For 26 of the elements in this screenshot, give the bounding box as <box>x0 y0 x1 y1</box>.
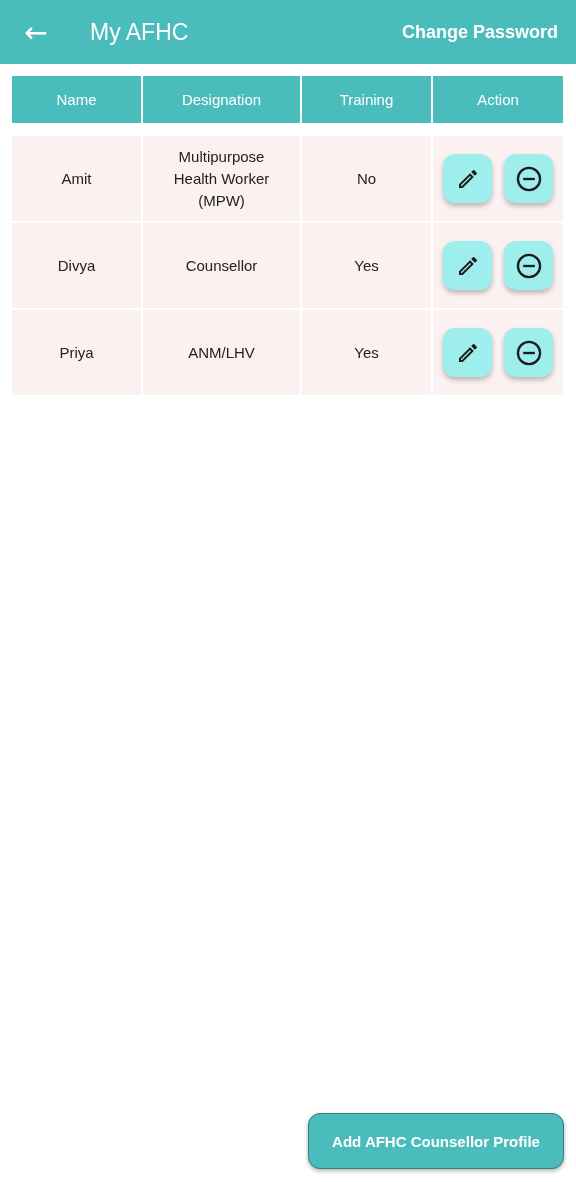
table-cell: Divya <box>12 223 141 308</box>
edit-button[interactable] <box>443 241 492 290</box>
table-cell: No <box>302 136 431 221</box>
remove-button[interactable] <box>504 328 553 377</box>
minus-circle-icon <box>514 338 543 367</box>
table-cell: Counsellor <box>143 223 300 308</box>
edit-button[interactable] <box>443 328 492 377</box>
screen-title: My AFHC <box>90 18 190 46</box>
minus-circle-icon <box>514 251 543 280</box>
add-profile-button[interactable]: Add AFHC Counsellor Profile <box>308 1113 564 1169</box>
table-cell: Amit <box>12 136 141 221</box>
column-header: Training <box>302 76 431 123</box>
table-cell: Priya <box>12 310 141 395</box>
change-password-button[interactable]: Change Password <box>401 21 558 43</box>
edit-button[interactable] <box>443 154 492 203</box>
column-header: Action <box>433 76 563 123</box>
remove-button[interactable] <box>504 154 553 203</box>
column-header: Designation <box>143 76 300 123</box>
minus-circle-icon <box>514 164 543 193</box>
table-cell: Yes <box>302 310 431 395</box>
table-cell: Multipurpose Health Worker (MPW) <box>143 136 300 221</box>
column-header: Name <box>12 76 141 123</box>
table-cell: Yes <box>302 223 431 308</box>
table-cell: ANM/LHV <box>143 310 300 395</box>
remove-button[interactable] <box>504 241 553 290</box>
back-button[interactable]: ← <box>20 15 52 49</box>
